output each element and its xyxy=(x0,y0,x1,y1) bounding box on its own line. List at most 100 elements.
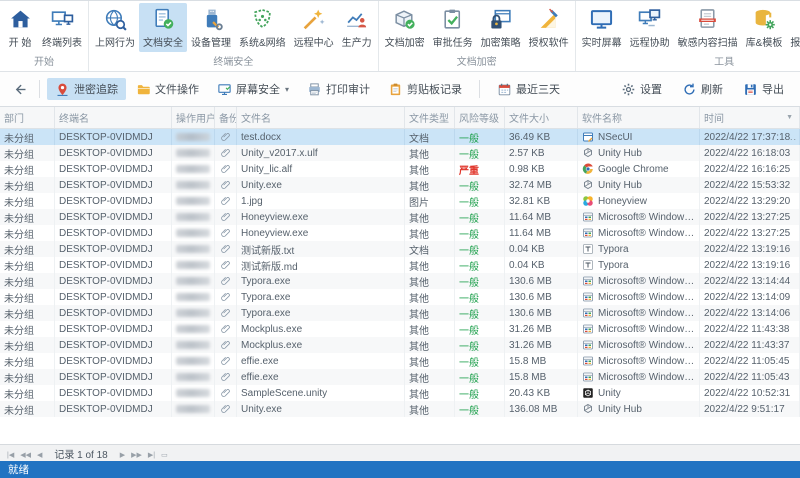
cell-time: 2022/4/22 13:19:16 xyxy=(700,257,800,273)
cell-file-name: Typora.exe xyxy=(237,273,405,289)
table-row[interactable]: 未分组 DESKTOP-0VIDMDJ Typora.exe 其他 一般 130.6 MB… xyxy=(0,289,800,305)
next-page-fast-button[interactable]: ▶▶ xyxy=(128,452,145,459)
table-row[interactable]: 未分组 DESKTOP-0VIDMDJ effie.exe 其他 一般 15.8 MB Mi… xyxy=(0,369,800,385)
table-row[interactable]: 未分组 DESKTOP-0VIDMDJ Mockplus.exe 其他 一般 31.26 … xyxy=(0,337,800,353)
cell-file-type: 其他 xyxy=(405,257,455,273)
file-table: 部门 终端名 操作用户 备份 文件名 文件类型 风险等级 文件大小 软件名称 时间 ▼ 未分组 DES… xyxy=(0,107,800,444)
toolbar-button-settings-gear[interactable]: 设置 xyxy=(613,78,670,100)
table-row[interactable]: 未分组 DESKTOP-0VIDMDJ Mockplus.exe 其他 一般 31.26 … xyxy=(0,321,800,337)
toolbar-button-label: 屏幕安全 xyxy=(236,84,280,96)
ribbon-item-realtime-screen[interactable]: 实时屏幕 xyxy=(578,3,626,52)
ribbon-item-remote-assist[interactable]: 远程协助 xyxy=(626,3,674,52)
toolbar-left: 泄密追踪 文件操作 屏幕安全 ▾ 打印审计 剪贴板记录 最近三天 xyxy=(47,78,568,100)
cell-risk-level: 一般 xyxy=(455,273,505,289)
table-row[interactable]: 未分组 DESKTOP-0VIDMDJ SampleScene.unity 其他 一般 2… xyxy=(0,385,800,401)
software-name-label: Unity Hub xyxy=(598,147,642,159)
ribbon-item-remote-center[interactable]: 远程中心 xyxy=(290,3,338,52)
cell-risk-level: 一般 xyxy=(455,241,505,257)
cell-software-name: NSecUI xyxy=(578,129,700,145)
ribbon-item-web-behavior[interactable]: 上网行为 xyxy=(91,3,139,52)
row-more-button[interactable]: ... xyxy=(786,129,797,145)
software-name-label: Unity Hub xyxy=(598,179,642,191)
table-row[interactable]: 未分组 DESKTOP-0VIDMDJ 1.jpg 图片 一般 32.81 KB Honey… xyxy=(0,193,800,209)
column-header-label: 终端名 xyxy=(59,114,89,125)
ribbon-item-sensitive-scan[interactable]: 敏感内容扫描 xyxy=(674,3,742,52)
ribbon-item-productivity[interactable]: 生产力 xyxy=(338,3,376,52)
back-button[interactable] xyxy=(8,78,32,100)
toolbar-button-print-audit[interactable]: 打印审计 xyxy=(299,78,378,100)
ribbon-item-home[interactable]: 开 始 xyxy=(2,3,38,52)
toolbar-button-file-operations[interactable]: 文件操作 xyxy=(128,78,207,100)
cell-department: 未分组 xyxy=(0,337,55,353)
toolbar-button-screen-security[interactable]: 屏幕安全 ▾ xyxy=(209,78,297,100)
table-row[interactable]: 未分组 DESKTOP-0VIDMDJ Unity_v2017.x.ulf 其他 一般 2… xyxy=(0,145,800,161)
column-header-7[interactable]: 风险等级 xyxy=(455,107,505,128)
table-row[interactable]: 未分组 DESKTOP-0VIDMDJ effie.exe 其他 一般 15.8 MB Mi… xyxy=(0,353,800,369)
column-header-6[interactable]: 文件类型 xyxy=(405,107,455,128)
ribbon-item-library-template[interactable]: 库&模板 xyxy=(742,3,787,52)
table-row[interactable]: 未分组 DESKTOP-0VIDMDJ 测试新版.txt 文档 一般 0.04 KB Typ… xyxy=(0,241,800,257)
table-row[interactable]: 未分组 DESKTOP-0VIDMDJ Typora.exe 其他 一般 130.6 MB… xyxy=(0,305,800,321)
column-header-10[interactable]: 时间 ▼ xyxy=(700,107,800,128)
license-software-icon xyxy=(536,7,561,32)
prev-page-button[interactable]: ◀ xyxy=(34,452,45,459)
cell-file-type: 其他 xyxy=(405,225,455,241)
cell-terminal-name: DESKTOP-0VIDMDJ xyxy=(55,305,172,321)
ribbon-item-doc-security[interactable]: 文档安全 xyxy=(139,3,187,52)
refresh-icon xyxy=(682,82,697,97)
column-header-5[interactable]: 文件名 xyxy=(237,107,405,128)
table-row[interactable]: 未分组 DESKTOP-0VIDMDJ Honeyview.exe 其他 一般 11.64… xyxy=(0,209,800,225)
software-name-label: Microsoft® Windows® Oper... xyxy=(598,211,695,223)
ribbon-item-doc-encrypt[interactable]: 文档加密 xyxy=(381,3,429,52)
column-header-4[interactable]: 备份 xyxy=(215,107,237,128)
ribbon-item-encrypt-policy[interactable]: 加密策略 xyxy=(477,3,525,52)
paperclip-icon xyxy=(220,163,232,175)
next-page-button[interactable]: ▶ xyxy=(117,452,128,459)
cell-software-name: Microsoft® Windows® Oper... xyxy=(578,353,700,369)
toolbar-button-leak-trace[interactable]: 泄密追踪 xyxy=(47,78,126,100)
ribbon-group-items: 文档加密 审批任务 加密策略 授权软件 xyxy=(381,3,573,52)
prev-page-fast-button[interactable]: ◀◀ xyxy=(17,452,34,459)
table-row[interactable]: 未分组 DESKTOP-0VIDMDJ test.docx 文档 一般 36.49 KB N… xyxy=(0,129,800,145)
toolbar-button-export[interactable]: 导出 xyxy=(735,78,792,100)
cell-risk-level: 一般 xyxy=(455,289,505,305)
ribbon-item-report-center[interactable]: 报表中心 xyxy=(786,3,800,52)
unity-hub-icon xyxy=(582,147,594,159)
ribbon-item-approval-task[interactable]: 审批任务 xyxy=(429,3,477,52)
cell-backup xyxy=(215,193,237,209)
chrome-icon xyxy=(582,163,594,175)
last-page-button[interactable]: ▶| xyxy=(145,452,158,459)
cell-backup xyxy=(215,289,237,305)
cell-terminal-name: DESKTOP-0VIDMDJ xyxy=(55,353,172,369)
paperclip-icon xyxy=(220,291,232,303)
cell-terminal-name: DESKTOP-0VIDMDJ xyxy=(55,321,172,337)
column-header-2[interactable]: 终端名 xyxy=(55,107,172,128)
table-row[interactable]: 未分组 DESKTOP-0VIDMDJ Honeyview.exe 其他 一般 11.64… xyxy=(0,225,800,241)
redacted-user-text xyxy=(176,277,210,285)
new-item-button[interactable]: ▭ xyxy=(158,452,171,459)
table-row[interactable]: 未分组 DESKTOP-0VIDMDJ Unity.exe 其他 一般 136.08 MB… xyxy=(0,401,800,417)
first-page-button[interactable]: |◀ xyxy=(4,452,17,459)
table-row[interactable]: 未分组 DESKTOP-0VIDMDJ 测试新版.md 其他 一般 0.04 KB Typo… xyxy=(0,257,800,273)
table-row[interactable]: 未分组 DESKTOP-0VIDMDJ Unity_lic.alf 其他 严重 0.98 … xyxy=(0,161,800,177)
column-header-3[interactable]: 操作用户 xyxy=(172,107,215,128)
table-body[interactable]: 未分组 DESKTOP-0VIDMDJ test.docx 文档 一般 36.49 KB N… xyxy=(0,129,800,444)
paperclip-icon xyxy=(220,275,232,287)
table-row[interactable]: 未分组 DESKTOP-0VIDMDJ Typora.exe 其他 一般 130.6 MB… xyxy=(0,273,800,289)
table-row[interactable]: 未分组 DESKTOP-0VIDMDJ Unity.exe 其他 一般 32.74 MB U… xyxy=(0,177,800,193)
toolbar-button-clipboard-record[interactable]: 剪贴板记录 xyxy=(380,78,470,100)
ribbon-item-license-software[interactable]: 授权软件 xyxy=(525,3,573,52)
column-header-9[interactable]: 软件名称 xyxy=(578,107,700,128)
cell-file-size: 0.04 KB xyxy=(505,257,578,273)
ribbon-item-system-network[interactable]: 系统&网络 xyxy=(235,3,290,52)
cell-time: 2022/4/22 11:43:38 xyxy=(700,321,800,337)
ribbon-item-terminal-list[interactable]: 终端列表 xyxy=(38,3,86,52)
app-window: 开 始终端列表 开始 上网行为 文档安全 设备管理 系统&网络 远程中心 生产力 终端安全 文档加… xyxy=(0,0,800,478)
column-header-8[interactable]: 文件大小 xyxy=(505,107,578,128)
ribbon-item-device-mgmt[interactable]: 设备管理 xyxy=(187,3,235,52)
cell-terminal-name: DESKTOP-0VIDMDJ xyxy=(55,129,172,145)
toolbar-button-refresh[interactable]: 刷新 xyxy=(674,78,731,100)
column-header-1[interactable]: 部门 xyxy=(0,107,55,128)
paperclip-icon xyxy=(220,243,232,255)
toolbar-button-calendar[interactable]: 最近三天 xyxy=(489,78,568,100)
